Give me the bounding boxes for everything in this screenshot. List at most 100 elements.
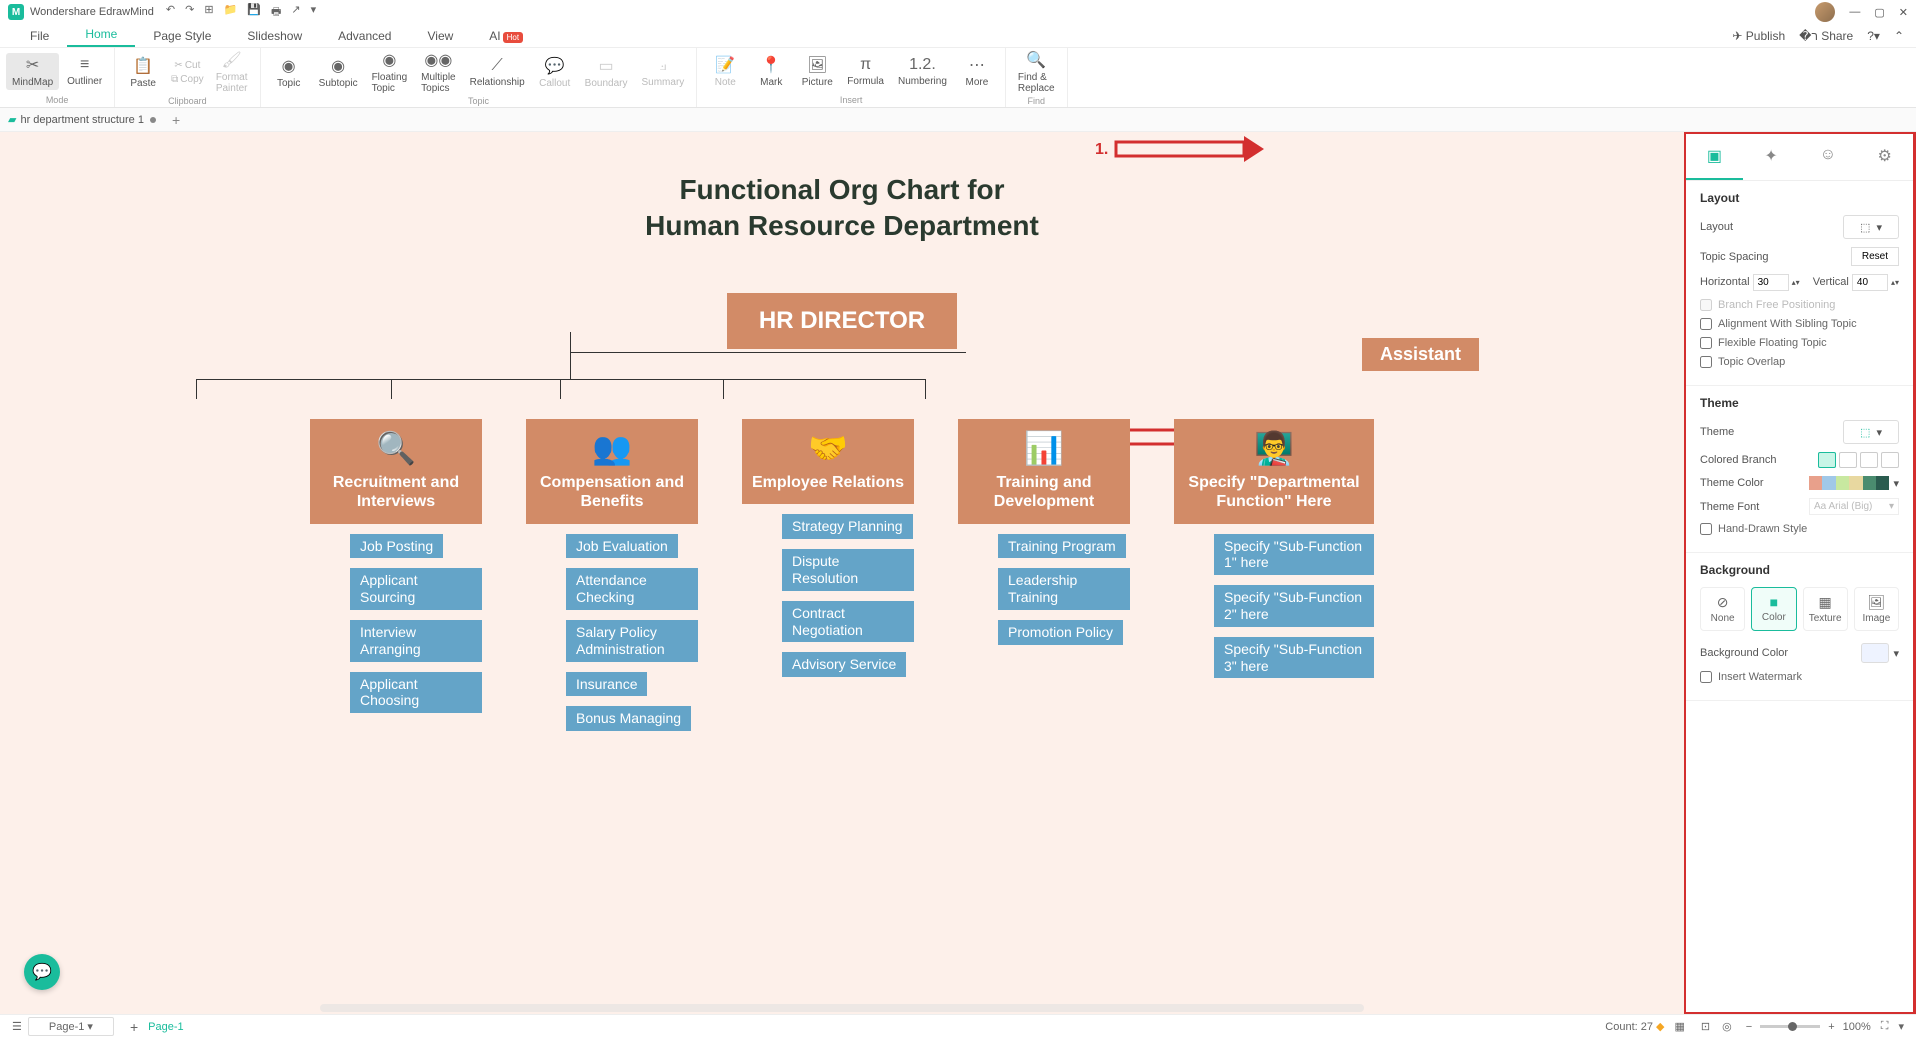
summary-button[interactable]: ⟓Summary <box>635 55 690 90</box>
root-node-hr-director[interactable]: HR DIRECTOR <box>727 293 957 349</box>
picture-button[interactable]: 🖼Picture <box>795 53 839 90</box>
theme-font-select[interactable]: Aa Arial (Big)▾ <box>1809 498 1899 515</box>
vertical-spacing-input[interactable] <box>1852 274 1888 291</box>
sub-node[interactable]: Attendance Checking <box>566 568 698 610</box>
format-painter-button[interactable]: 🖌Format Painter <box>210 48 254 96</box>
multiple-topics-button[interactable]: ◉◉Multiple Topics <box>415 48 461 96</box>
hand-drawn-checkbox[interactable]: Hand-Drawn Style <box>1700 523 1899 535</box>
sub-node[interactable]: Bonus Managing <box>566 706 691 731</box>
sub-node[interactable]: Applicant Sourcing <box>350 568 482 610</box>
cut-button[interactable]: ✂ Cut <box>167 59 208 72</box>
relationship-button[interactable]: ⟋Relationship <box>464 55 531 90</box>
tab-home[interactable]: Home <box>67 23 135 47</box>
panel-tab-icon[interactable]: ☺ <box>1800 134 1857 180</box>
ai-chat-fab[interactable]: 💬 <box>24 954 60 990</box>
publish-button[interactable]: ✈ Publish <box>1732 29 1785 43</box>
save-icon[interactable]: 💾 <box>247 3 261 22</box>
sub-node[interactable]: Advisory Service <box>782 652 906 677</box>
qat-more-icon[interactable]: ▾ <box>311 3 317 22</box>
callout-button[interactable]: 💬Callout <box>533 54 577 91</box>
dept-head[interactable]: 📊Training and Development <box>958 419 1130 524</box>
subtopic-button[interactable]: ◉Subtopic <box>313 54 364 91</box>
user-avatar[interactable] <box>1815 2 1835 22</box>
bg-texture-button[interactable]: ▦Texture <box>1803 587 1848 631</box>
sub-node[interactable]: Applicant Choosing <box>350 672 482 714</box>
export-icon[interactable]: ↗ <box>291 3 300 22</box>
sub-node[interactable]: Insurance <box>566 672 647 697</box>
align-sibling-checkbox[interactable]: Alignment With Sibling Topic <box>1700 318 1899 330</box>
help-icon[interactable]: ?▾ <box>1867 29 1880 43</box>
share-button[interactable]: �ר Share <box>1799 29 1853 43</box>
layout-type-picker[interactable]: ⬚▾ <box>1843 215 1899 239</box>
undo-icon[interactable]: ↶ <box>166 3 175 22</box>
horizontal-scrollbar[interactable] <box>320 1004 1364 1012</box>
dept-head[interactable]: 👨‍🏫Specify "Departmental Function" Here <box>1174 419 1374 524</box>
panel-tab-settings[interactable]: ⚙ <box>1856 134 1913 180</box>
dept-node[interactable]: 🔍Recruitment and Interviews Job Posting Ap… <box>310 419 482 731</box>
sub-node[interactable]: Job Evaluation <box>566 534 678 559</box>
maximize-icon[interactable]: ▢ <box>1874 6 1884 19</box>
copy-button[interactable]: ⧉ Copy <box>167 73 208 86</box>
new-icon[interactable]: ⊞ <box>204 3 213 22</box>
dept-node[interactable]: 👨‍🏫Specify "Departmental Function" Here S… <box>1174 419 1374 731</box>
topic-button[interactable]: ◉Topic <box>267 54 311 91</box>
view-fit-icon[interactable]: ⊡ <box>1701 1020 1710 1033</box>
page-selector[interactable]: Page-1 ▾ <box>28 1017 114 1036</box>
redo-icon[interactable]: ↷ <box>185 3 194 22</box>
outliner-mode-button[interactable]: ≡Outliner <box>61 54 108 89</box>
assistant-node[interactable]: Assistant <box>1362 338 1479 371</box>
sub-node[interactable]: Salary Policy Administration <box>566 620 698 662</box>
dept-head[interactable]: 👥Compensation and Benefits <box>526 419 698 524</box>
tab-ai[interactable]: AIHot <box>471 25 541 47</box>
watermark-checkbox[interactable]: Insert Watermark <box>1700 671 1899 683</box>
panel-tab-layout[interactable]: ▣ <box>1686 134 1743 180</box>
dept-head[interactable]: 🔍Recruitment and Interviews <box>310 419 482 524</box>
stepper-icon[interactable]: ▴▾ <box>1891 278 1899 287</box>
collapse-ribbon-icon[interactable]: ⌃ <box>1894 29 1904 43</box>
theme-color-picker[interactable]: ▾ <box>1809 476 1899 490</box>
formula-button[interactable]: πFormula <box>841 54 890 89</box>
topic-overlap-checkbox[interactable]: Topic Overlap <box>1700 356 1899 368</box>
floating-topic-button[interactable]: ◉Floating Topic <box>366 48 414 96</box>
chevron-down-icon[interactable]: ▾ <box>1898 1020 1904 1033</box>
canvas[interactable]: 1. 2. Functional Org Chart for Human Res… <box>0 132 1684 1014</box>
tab-advanced[interactable]: Advanced <box>320 25 409 47</box>
mindmap-mode-button[interactable]: ✂MindMap <box>6 53 59 90</box>
note-button[interactable]: 📝Note <box>703 53 747 90</box>
bg-color-button[interactable]: ■Color <box>1751 587 1796 631</box>
sub-node[interactable]: Specify "Sub-Function 2" here <box>1214 585 1374 627</box>
dept-head[interactable]: 🤝Employee Relations <box>742 419 914 505</box>
sub-node[interactable]: Job Posting <box>350 534 443 559</box>
panel-tab-style[interactable]: ✦ <box>1743 134 1800 180</box>
new-doc-tab-button[interactable]: + <box>172 112 180 128</box>
colored-branch-options[interactable] <box>1818 452 1899 468</box>
dept-node[interactable]: 👥Compensation and Benefits Job Evaluation… <box>526 419 698 731</box>
mark-button[interactable]: 📍Mark <box>749 53 793 90</box>
sub-node[interactable]: Promotion Policy <box>998 620 1123 645</box>
dept-node[interactable]: 📊Training and Development Training Progra… <box>958 419 1130 731</box>
sub-node[interactable]: Dispute Resolution <box>782 549 914 591</box>
boundary-button[interactable]: ▭Boundary <box>579 54 634 91</box>
print-icon[interactable]: 🖶 <box>271 3 281 22</box>
tab-view[interactable]: View <box>409 25 471 47</box>
outline-toggle-icon[interactable]: ☰ <box>12 1020 22 1033</box>
horizontal-spacing-input[interactable] <box>1753 274 1789 291</box>
zoom-in-button[interactable]: + <box>1828 1021 1834 1033</box>
theme-picker[interactable]: ⬚▾ <box>1843 420 1899 444</box>
document-tab[interactable]: hr department structure 1 <box>20 114 144 126</box>
fullscreen-icon[interactable]: ⛶ <box>1881 1020 1889 1033</box>
stepper-icon[interactable]: ▴▾ <box>1792 278 1800 287</box>
dept-node[interactable]: 🤝Employee RelationsStrategy PlanningDisp… <box>742 419 914 731</box>
sub-node[interactable]: Specify "Sub-Function 3" here <box>1214 637 1374 679</box>
reset-spacing-button[interactable]: Reset <box>1851 247 1899 266</box>
bg-color-picker[interactable]: ▾ <box>1861 643 1899 663</box>
bg-none-button[interactable]: ⊘None <box>1700 587 1745 631</box>
close-icon[interactable]: ✕ <box>1899 6 1908 19</box>
open-icon[interactable]: 📁 <box>224 3 238 22</box>
find-replace-button[interactable]: 🔍Find & Replace <box>1012 48 1061 96</box>
page-tab[interactable]: Page-1 <box>148 1021 183 1033</box>
sub-node[interactable]: Training Program <box>998 534 1126 559</box>
sub-node[interactable]: Contract Negotiation <box>782 601 914 643</box>
minimize-icon[interactable]: — <box>1849 6 1860 18</box>
add-page-button[interactable]: + <box>130 1019 138 1035</box>
